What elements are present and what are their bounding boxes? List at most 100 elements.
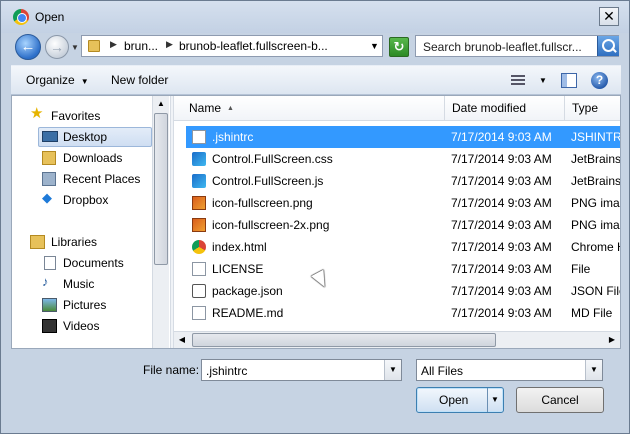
cancel-button[interactable]: Cancel	[516, 387, 604, 413]
file-name: Control.FullScreen.css	[212, 152, 333, 166]
file-name: LICENSE	[212, 262, 264, 276]
column-date-modified[interactable]: Date modified	[445, 96, 565, 120]
png-icon	[192, 196, 206, 210]
webstorm-icon	[192, 174, 206, 188]
libraries-icon	[30, 235, 45, 249]
music-icon: ♪	[42, 274, 49, 289]
nav-item-pictures[interactable]: Pictures	[42, 295, 152, 315]
navigation-pane: ★ Favorites Desktop Downloads Recent Pla…	[12, 96, 170, 348]
file-type: PNG image	[571, 196, 620, 210]
file-date: 7/17/2014 9:03 AM	[451, 240, 552, 254]
new-folder-button[interactable]: New folder	[111, 73, 168, 87]
file-date: 7/17/2014 9:03 AM	[451, 218, 552, 232]
nav-item-downloads[interactable]: Downloads	[42, 148, 152, 168]
search-icon[interactable]	[597, 36, 619, 56]
file-name: package.json	[212, 284, 283, 298]
document-icon	[192, 306, 206, 320]
scroll-right-icon[interactable]: ▶	[604, 332, 620, 348]
file-type: MD File	[571, 306, 613, 320]
file-name-value: .jshintrc	[206, 364, 248, 378]
address-dropdown[interactable]: ▼	[370, 41, 379, 51]
back-button[interactable]: ←	[15, 34, 41, 60]
scroll-up-icon[interactable]: ▲	[153, 96, 169, 112]
column-type[interactable]: Type	[565, 96, 620, 120]
file-type: File	[571, 262, 591, 276]
file-row[interactable]: icon-fullscreen.png 7/17/2014 9:03 AM PNG …	[186, 192, 620, 214]
file-name: icon-fullscreen-2x.png	[212, 218, 330, 232]
command-toolbar: Organize ▼ New folder ▼ ?	[11, 65, 621, 95]
nav-scrollbar[interactable]: ▲	[152, 96, 169, 348]
file-type: JetBrains W	[571, 152, 620, 166]
chevron-right-icon[interactable]: ▶	[110, 39, 117, 50]
window-title: Open	[35, 10, 65, 24]
scroll-thumb[interactable]	[154, 113, 168, 265]
open-options-dropdown[interactable]: ▼	[491, 395, 499, 404]
open-dialog: Open ✕ ← → ▼ ▶ brun... ▶ brunob-leaflet.…	[0, 0, 630, 434]
file-date: 7/17/2014 9:03 AM	[451, 152, 552, 166]
file-type: Chrome H	[571, 240, 620, 254]
nav-item-libraries[interactable]: Libraries	[30, 232, 150, 252]
file-row[interactable]: LICENSE 7/17/2014 9:03 AM File	[186, 258, 620, 280]
search-placeholder: Search brunob-leaflet.fullscr...	[423, 40, 582, 54]
organize-menu[interactable]: Organize ▼	[26, 73, 89, 87]
file-type-filter[interactable]: All Files ▼	[416, 359, 603, 381]
nav-item-documents[interactable]: Documents	[42, 253, 152, 273]
desktop-icon	[42, 131, 58, 142]
chevron-down-icon[interactable]: ▼	[539, 76, 547, 85]
file-date: 7/17/2014 9:03 AM	[451, 262, 552, 276]
help-icon[interactable]: ?	[591, 72, 608, 89]
column-name[interactable]: Name ▲	[182, 96, 445, 120]
file-row[interactable]: package.json 7/17/2014 9:03 AM JSON File	[186, 280, 620, 302]
file-type: PNG image	[571, 218, 620, 232]
file-type: JSHINTRC	[571, 130, 620, 144]
chrome-icon	[192, 240, 206, 254]
forward-button[interactable]: →	[45, 35, 69, 59]
breadcrumb-current[interactable]: brunob-leaflet.fullscreen-b...	[179, 39, 328, 53]
star-icon: ★	[30, 105, 44, 122]
file-type: JetBrains W	[571, 174, 620, 188]
document-icon	[192, 262, 206, 276]
nav-item-dropbox[interactable]: ◆ Dropbox	[42, 190, 152, 210]
nav-item-videos[interactable]: Videos	[42, 316, 152, 336]
file-row[interactable]: Control.FullScreen.css 7/17/2014 9:03 AM J…	[186, 148, 620, 170]
file-name: Control.FullScreen.js	[212, 174, 324, 188]
webstorm-icon	[192, 152, 206, 166]
scroll-left-icon[interactable]: ◀	[174, 332, 190, 348]
file-row[interactable]: icon-fullscreen-2x.png 7/17/2014 9:03 AM P…	[186, 214, 620, 236]
file-name-field[interactable]: .jshintrc ▼	[201, 359, 402, 381]
nav-item-recent-places[interactable]: Recent Places	[42, 169, 152, 189]
browser-content: ★ Favorites Desktop Downloads Recent Pla…	[11, 95, 621, 349]
breadcrumb-parent[interactable]: brun...	[124, 39, 158, 53]
file-date: 7/17/2014 9:03 AM	[451, 130, 552, 144]
file-name-label: File name:	[143, 363, 200, 377]
horizontal-scroll-thumb[interactable]	[192, 333, 496, 347]
address-bar[interactable]: ▶ brun... ▶ brunob-leaflet.fullscreen-b.…	[81, 35, 383, 57]
preview-pane-icon[interactable]	[561, 73, 577, 88]
file-name-dropdown[interactable]: ▼	[384, 360, 401, 380]
file-list: Name ▲ Date modified Type .jshintrc 7/17/2…	[174, 96, 620, 348]
sort-ascending-icon: ▲	[227, 105, 234, 112]
file-row[interactable]: README.md 7/17/2014 9:03 AM MD File	[186, 302, 620, 324]
downloads-icon	[42, 151, 56, 165]
refresh-button[interactable]: ↻	[389, 37, 409, 57]
pictures-icon	[42, 298, 57, 312]
view-options-icon[interactable]	[511, 75, 525, 87]
nav-item-desktop[interactable]: Desktop	[38, 127, 152, 147]
file-date: 7/17/2014 9:03 AM	[451, 306, 552, 320]
recent-locations-dropdown[interactable]: ▼	[71, 43, 79, 52]
file-row[interactable]: Control.FullScreen.js 7/17/2014 9:03 AM Je…	[186, 170, 620, 192]
chevron-right-icon[interactable]: ▶	[166, 39, 173, 50]
file-row[interactable]: index.html 7/17/2014 9:03 AM Chrome H	[186, 236, 620, 258]
horizontal-scrollbar[interactable]: ◀ ▶	[174, 331, 620, 348]
nav-item-favorites[interactable]: ★ Favorites	[30, 106, 150, 126]
open-button[interactable]: Open ▼	[416, 387, 504, 413]
chevron-down-icon[interactable]: ▼	[585, 360, 602, 380]
file-row[interactable]: .jshintrc 7/17/2014 9:03 AM JSHINTRC	[186, 126, 620, 148]
title-bar: Open ✕	[1, 1, 629, 33]
close-button[interactable]: ✕	[599, 7, 619, 26]
folder-icon	[88, 40, 100, 52]
search-input[interactable]: Search brunob-leaflet.fullscr...	[415, 35, 619, 57]
file-name: README.md	[212, 306, 284, 320]
file-name: icon-fullscreen.png	[212, 196, 313, 210]
nav-item-music[interactable]: ♪ Music	[42, 274, 152, 294]
